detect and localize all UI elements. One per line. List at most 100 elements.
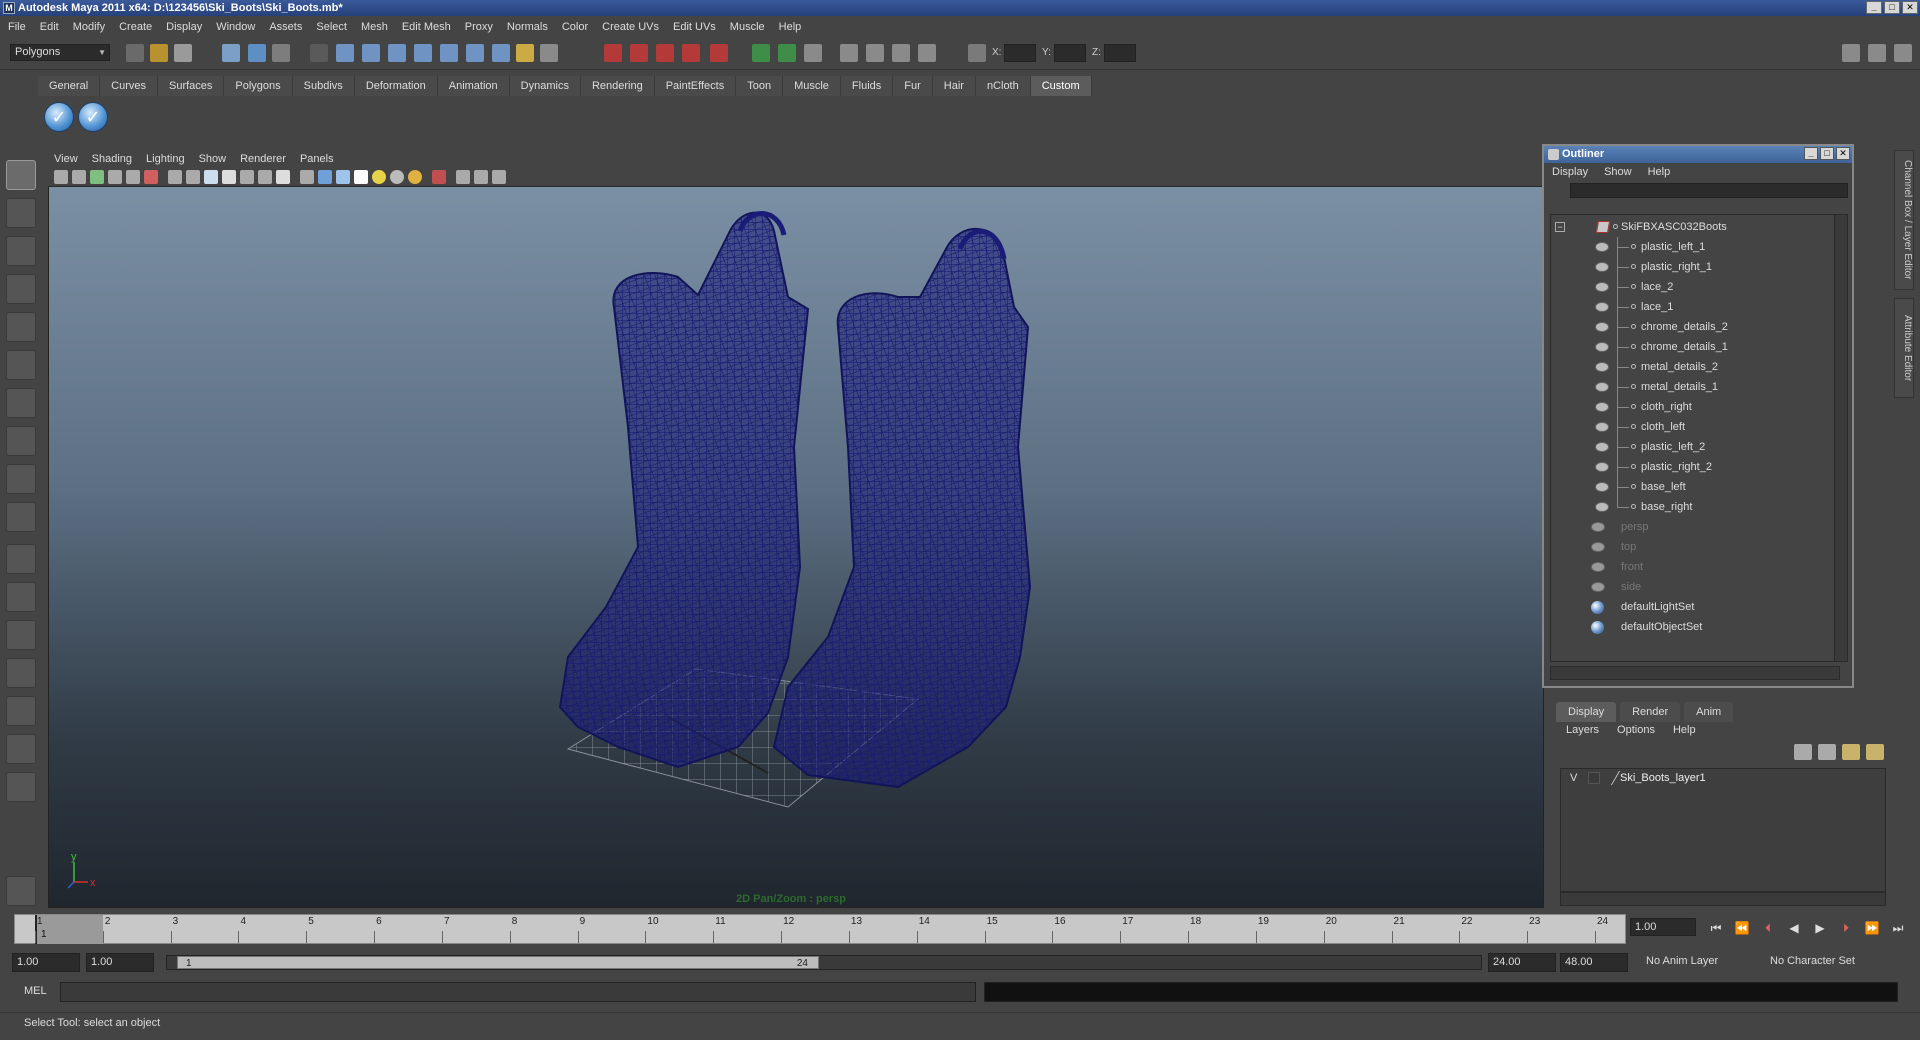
menu-normals[interactable]: Normals: [507, 21, 548, 33]
viewport-menu-view[interactable]: View: [54, 153, 78, 165]
shelf-tab-polygons[interactable]: Polygons: [224, 76, 293, 96]
light-icon[interactable]: [372, 170, 386, 184]
render-settings-icon[interactable]: [656, 44, 674, 62]
input-output-icon[interactable]: [540, 44, 558, 62]
select-highlight-icon[interactable]: [336, 170, 350, 184]
outliner-item-row[interactable]: plastic_right_1: [1551, 257, 1839, 277]
shelf-tab-muscle[interactable]: Muscle: [783, 76, 841, 96]
shelf-tab-toon[interactable]: Toon: [736, 76, 784, 96]
channel-box-tab[interactable]: Channel Box / Layer Editor: [1894, 150, 1914, 290]
menu-modify[interactable]: Modify: [73, 21, 105, 33]
outliner-list[interactable]: − SkiFBXASC032Boots plastic_left_1 plast…: [1550, 214, 1840, 662]
left-boot-mesh[interactable]: [558, 211, 810, 769]
range-slider[interactable]: 1 24: [166, 955, 1482, 970]
outliner-minimize-button[interactable]: _: [1804, 147, 1818, 160]
film-gate-icon[interactable]: [144, 170, 158, 184]
time-slider[interactable]: 1 1 2 3 4 5 6 7 8 9 10 11 12 13 14 15 16 17 18 19 20 21 22 23 2…: [14, 914, 1626, 944]
layer-tab-display[interactable]: Display: [1556, 702, 1617, 722]
frame-selection-icon[interactable]: [474, 170, 488, 184]
show-channel-box-icon[interactable]: [752, 44, 770, 62]
tool-settings-icon[interactable]: [6, 876, 36, 906]
textured-icon[interactable]: [222, 170, 236, 184]
outliner-item-row[interactable]: plastic_left_1: [1551, 237, 1839, 257]
ipr-render-icon[interactable]: [630, 44, 648, 62]
snap-point-icon[interactable]: [388, 44, 406, 62]
outliner-item-row[interactable]: lace_2: [1551, 277, 1839, 297]
outliner-camera-row[interactable]: front: [1551, 557, 1839, 577]
menu-set-select[interactable]: Polygons ▼: [10, 44, 110, 61]
select-component-icon[interactable]: [272, 44, 290, 62]
camera-lock-icon[interactable]: [866, 44, 884, 62]
outliner-root-row[interactable]: − SkiFBXASC032Boots: [1551, 217, 1839, 237]
x-field[interactable]: [1004, 44, 1036, 62]
anim-start-field[interactable]: 1.00: [12, 953, 80, 972]
playback-start-field[interactable]: 1.00: [86, 953, 154, 972]
camera-icon[interactable]: [840, 44, 858, 62]
outliner-item-row[interactable]: cloth_right: [1551, 397, 1839, 417]
move-tool-icon[interactable]: [6, 274, 36, 304]
shelf-tab-dynamics[interactable]: Dynamics: [509, 76, 581, 96]
new-layer-selected-icon[interactable]: [1866, 744, 1884, 760]
snap-live-icon[interactable]: [440, 44, 458, 62]
character-set-dropdown[interactable]: No Character Set: [1764, 953, 1888, 972]
render-current-frame-icon[interactable]: [604, 44, 622, 62]
menu-edit[interactable]: Edit: [40, 21, 59, 33]
menu-file[interactable]: File: [8, 21, 26, 33]
shelf-tab-fluids[interactable]: Fluids: [840, 76, 894, 96]
outliner-item-row[interactable]: metal_details_1: [1551, 377, 1839, 397]
outliner-item-row[interactable]: chrome_details_1: [1551, 337, 1839, 357]
outliner-set-row[interactable]: defaultLightSet: [1551, 597, 1839, 617]
step-forward-frame-icon[interactable]: ⏵: [1836, 918, 1856, 938]
shelf-tab-painteffects[interactable]: PaintEffects: [654, 76, 737, 96]
collapse-icon[interactable]: −: [1555, 222, 1565, 232]
outliner-title-bar[interactable]: Outliner _ □ ✕: [1544, 146, 1852, 163]
show-attr-editor-icon[interactable]: [778, 44, 796, 62]
z-field[interactable]: [1104, 44, 1136, 62]
layer-menu-options[interactable]: Options: [1617, 724, 1655, 736]
render-view-icon[interactable]: [710, 44, 728, 62]
viewport-menu-renderer[interactable]: Renderer: [240, 153, 286, 165]
menu-muscle[interactable]: Muscle: [730, 21, 765, 33]
outliner-camera-row[interactable]: persp: [1551, 517, 1839, 537]
default-material-icon[interactable]: [318, 170, 332, 184]
menu-window[interactable]: Window: [216, 21, 255, 33]
toggle-attribute-editor-icon[interactable]: [1868, 44, 1886, 62]
menu-help[interactable]: Help: [779, 21, 802, 33]
camera-attributes-icon[interactable]: [72, 170, 86, 184]
minimize-button[interactable]: _: [1866, 1, 1882, 14]
isolate-icon[interactable]: [918, 44, 936, 62]
hypershade-icon[interactable]: [682, 44, 700, 62]
outliner-camera-row[interactable]: side: [1551, 577, 1839, 597]
viewport-menu-shading[interactable]: Shading: [92, 153, 132, 165]
outliner-item-row[interactable]: plastic_right_2: [1551, 457, 1839, 477]
step-back-frame-icon[interactable]: ⏴: [1758, 918, 1778, 938]
bookmark-icon[interactable]: [90, 170, 104, 184]
toggle-tool-settings-icon[interactable]: [1894, 44, 1912, 62]
layout-menu-icon[interactable]: [6, 772, 36, 802]
lasso-tool-icon[interactable]: [6, 198, 36, 228]
history-icon[interactable]: [466, 44, 484, 62]
smooth-shade-icon[interactable]: [186, 170, 200, 184]
shelf-tab-animation[interactable]: Animation: [437, 76, 510, 96]
transform-mode-icon[interactable]: [968, 44, 986, 62]
outliner-filter-field[interactable]: [1570, 183, 1848, 198]
outliner-vertical-scrollbar[interactable]: [1834, 214, 1848, 662]
close-button[interactable]: ✕: [1902, 1, 1918, 14]
viewport-menu-panels[interactable]: Panels: [300, 153, 334, 165]
question-icon[interactable]: [492, 44, 510, 62]
layer-visibility-toggle[interactable]: V: [1570, 770, 1577, 786]
play-backwards-icon[interactable]: ◀: [1784, 918, 1804, 938]
layer-tab-render[interactable]: Render: [1620, 702, 1681, 722]
lock-selection-icon[interactable]: [310, 44, 328, 62]
image-plane-icon[interactable]: [108, 170, 122, 184]
menu-edit-uvs[interactable]: Edit UVs: [673, 21, 716, 33]
resolution-gate-icon[interactable]: [892, 44, 910, 62]
viewport-menu-lighting[interactable]: Lighting: [146, 153, 185, 165]
layer-horizontal-scrollbar[interactable]: [1560, 892, 1886, 906]
high-quality-icon[interactable]: [408, 170, 422, 184]
snap-grid-icon[interactable]: [336, 44, 354, 62]
select-hierarchy-icon[interactable]: [222, 44, 240, 62]
last-tool-icon[interactable]: [6, 502, 36, 532]
frame-all-icon[interactable]: [456, 170, 470, 184]
wire-on-shaded-icon[interactable]: [204, 170, 218, 184]
